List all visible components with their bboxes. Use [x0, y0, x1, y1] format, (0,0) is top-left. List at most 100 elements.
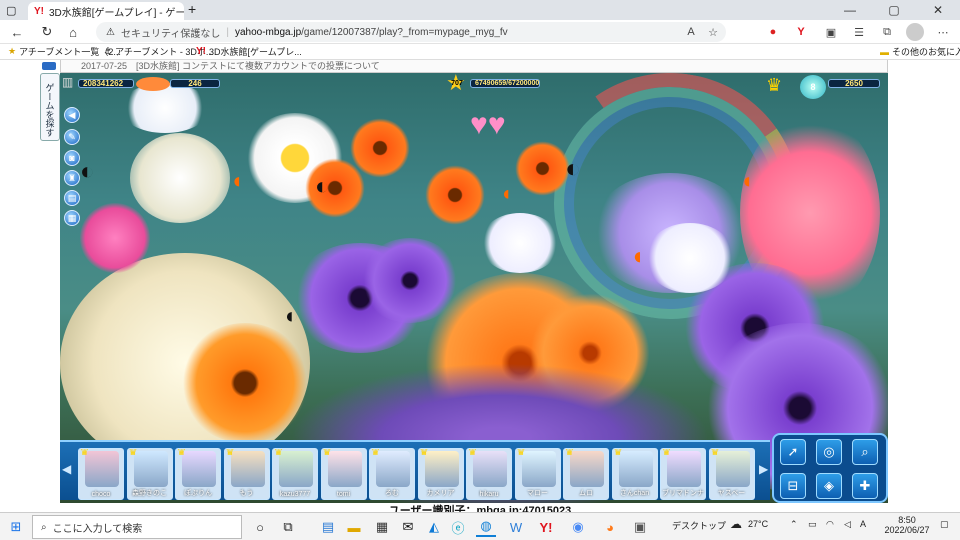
clownfish-icon[interactable]: ◐	[565, 153, 581, 184]
minimize-button[interactable]: —	[828, 0, 872, 20]
chrome-icon[interactable]: ◉	[568, 517, 588, 537]
weather-icon[interactable]: ☁	[730, 517, 742, 531]
cortana-icon[interactable]: ○	[250, 517, 270, 537]
betta-fish[interactable]	[645, 223, 735, 293]
heart-icon: ♥♥	[470, 108, 506, 141]
maximize-button[interactable]: ▢	[872, 0, 916, 20]
tray-chevron-icon[interactable]: ⌃	[790, 519, 798, 530]
scroll-left-icon[interactable]: ◀	[62, 462, 71, 476]
shield-icon[interactable]: ▣	[822, 23, 840, 41]
taskbar-search[interactable]: ⌕ ここに入力して検索	[32, 515, 242, 539]
bubble-icon[interactable]: 8	[800, 75, 826, 99]
friend-card[interactable]: ♛ カメリア	[417, 448, 464, 500]
friend-card[interactable]: ♛ ムロ	[563, 448, 609, 500]
clownfish-icon[interactable]: ◖	[740, 168, 753, 194]
cursor-icon[interactable]: ➚	[780, 439, 806, 465]
clownfish-icon[interactable]: ◐	[315, 173, 330, 201]
favorite-item[interactable]: Y! 3D水族館[ゲームプレ...	[196, 45, 302, 58]
home-icon[interactable]: ⌂	[62, 22, 84, 42]
news-notice[interactable]: 2017-07-25 [3D水族館] コンテストにて複数アカウントでの投票につい…	[60, 60, 888, 73]
friend-card[interactable]: ♛ もう	[223, 448, 270, 500]
search-icon[interactable]: ⌕	[852, 439, 878, 465]
more-menu-icon[interactable]: ⋯	[934, 23, 952, 41]
trophy-icon[interactable]: ♜	[64, 170, 80, 186]
start-button[interactable]: ⊞	[6, 517, 26, 537]
friend-card[interactable]: ♛ 森野きのこ	[126, 448, 173, 500]
temperature[interactable]: 27°C	[748, 519, 768, 529]
friend-card[interactable]: ♛ ブリマドンナ	[660, 448, 706, 500]
book-icon[interactable]: ▦	[64, 210, 80, 226]
volume-icon[interactable]: ◁	[844, 519, 851, 530]
tab-active[interactable]: Y! 3D水族館[ゲームプレイ] - ゲームなら Y ✕	[28, 2, 184, 20]
betta-fish[interactable]	[480, 213, 560, 273]
close-window-button[interactable]: ✕	[916, 0, 960, 20]
clownfish-icon[interactable]: ◖	[230, 168, 243, 194]
browser-tab-strip: ▢ Y! 3D水族館[ゲームプレイ] - ゲームなら Y ✕ + — ▢ ✕	[0, 0, 960, 20]
security-label: セキュリティ保護なし	[120, 28, 221, 40]
browser-toolbar: ← ↻ ⌂ ⚠ セキュリティ保護なし | yahoo-mbga.jp/game/…	[0, 20, 960, 44]
task-view-icon[interactable]: ⧉	[278, 517, 298, 537]
notifications-icon[interactable]: ▢	[940, 519, 949, 530]
mail-icon[interactable]: ✉	[398, 517, 418, 537]
friend-card[interactable]: ♛ ヤスベー	[708, 448, 755, 500]
fish-count-icon	[136, 77, 170, 91]
gift-icon[interactable]: ✚	[852, 473, 878, 499]
clownfish-icon[interactable]: ◐	[80, 158, 95, 186]
explorer-icon[interactable]: ▤	[318, 517, 338, 537]
store-icon[interactable]: ▦	[372, 517, 392, 537]
desktop-label[interactable]: デスクトップ	[672, 519, 726, 532]
clownfish-icon[interactable]: ◖	[630, 243, 645, 271]
app-icon[interactable]: ◭	[424, 517, 444, 537]
monitor-icon[interactable]: ▣	[630, 517, 650, 537]
friend-card[interactable]: ♛ マロー	[514, 448, 561, 500]
clownfish-icon[interactable]: ◐	[285, 303, 298, 329]
friend-card[interactable]: ♛ さんchan	[611, 448, 658, 500]
shop-icon[interactable]: ▤	[64, 190, 80, 206]
other-favorites[interactable]: ▬その他のお気に入り	[880, 45, 960, 58]
clownfish-icon[interactable]: ◖	[500, 183, 512, 206]
yahoo-extension-icon[interactable]: Y	[792, 23, 810, 41]
firefox-icon[interactable]: ◕	[600, 517, 620, 537]
friend-card[interactable]: ♛ hikaru	[466, 448, 512, 500]
camera-icon[interactable]: ◙	[64, 150, 80, 166]
edge-legacy-icon[interactable]: ⓔ	[448, 517, 468, 537]
gamepad-icon[interactable]: ◎	[816, 439, 842, 465]
scroll-right-icon[interactable]: ▶	[759, 462, 768, 476]
building-icon[interactable]: ▥	[62, 75, 73, 89]
network-icon[interactable]: ▭	[808, 519, 817, 530]
word-icon[interactable]: W	[506, 517, 526, 537]
wifi-icon[interactable]: ◠	[826, 519, 834, 530]
betta-fish[interactable]	[120, 83, 210, 133]
friend-card[interactable]: ♛ choco	[78, 448, 124, 500]
new-tab-button[interactable]: +	[188, 1, 196, 17]
favorite-star-icon[interactable]: ☆	[704, 23, 722, 41]
crown-icon[interactable]: ♛	[766, 75, 782, 96]
clock[interactable]: 8:50 2022/06/27	[884, 515, 930, 535]
friend-card[interactable]: ♛ tomi	[320, 448, 367, 500]
read-aloud-icon[interactable]: A	[682, 23, 700, 41]
crown-icon: ♛	[516, 448, 526, 458]
back-arrow-icon[interactable]: ←	[6, 22, 28, 42]
ime-indicator[interactable]: A	[860, 519, 866, 529]
yahoo-icon[interactable]: Y!	[536, 517, 556, 537]
pen-icon[interactable]: ✎	[64, 129, 80, 145]
find-games-tab[interactable]: ゲームを探す	[40, 73, 60, 141]
friend-card[interactable]: ♛ ぽぷりん	[175, 448, 221, 500]
friend-card[interactable]: ♛ ろむ	[369, 448, 415, 500]
edge-icon[interactable]: ◍	[476, 517, 496, 537]
friend-card[interactable]: ♛ kazu3777	[272, 448, 318, 500]
extension-icon[interactable]: ●	[764, 23, 782, 41]
favorites-icon[interactable]: ☰	[850, 23, 868, 41]
address-bar[interactable]: ⚠ セキュリティ保護なし | yahoo-mbga.jp/game/120073…	[96, 22, 726, 42]
items-icon[interactable]: ◈	[816, 473, 842, 499]
sound-icon[interactable]: ◀	[64, 107, 80, 123]
profile-avatar[interactable]	[906, 23, 924, 41]
orange-gerbera	[305, 158, 365, 218]
tab-actions-icon[interactable]: ▢	[6, 4, 16, 17]
aquarium-game-canvas[interactable]: ♥♥ ◐ ◖ ◐ ◐ ◖ ◖ ◖ ◐ ▥ 208341262 246 ★ 707…	[60, 73, 888, 503]
collections-icon[interactable]: ⧉	[878, 23, 896, 41]
refresh-icon[interactable]: ↻	[36, 22, 58, 42]
action-panel: ➚ ◎ ⌕ ⊟ ◈ ✚	[772, 433, 888, 503]
folder-icon[interactable]: ▬	[344, 517, 364, 537]
cart-icon[interactable]: ⊟	[780, 473, 806, 499]
